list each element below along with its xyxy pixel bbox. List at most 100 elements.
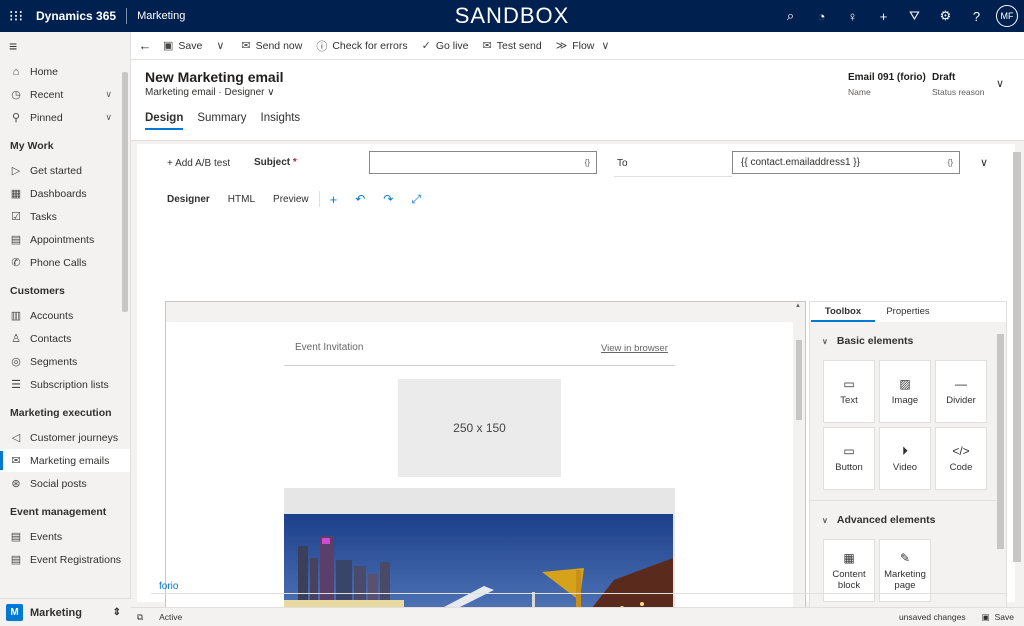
tab-properties[interactable]: Properties (875, 302, 941, 322)
search-icon[interactable]: ⌕ (775, 0, 806, 32)
chevron-down-icon[interactable]: ∨ (105, 112, 112, 123)
tab-summary[interactable]: Summary (197, 112, 246, 130)
tab-html[interactable]: HTML (228, 194, 255, 205)
code-element[interactable]: </> Code (935, 427, 987, 490)
check-errors-button[interactable]: ⓘ Check for errors (316, 38, 407, 54)
task-list-icon: ☑ (11, 211, 21, 223)
save-button[interactable]: ▣ Save (163, 39, 202, 53)
tab-insights[interactable]: Insights (261, 112, 301, 130)
scroll-up-icon[interactable]: ▲ (795, 303, 801, 309)
basic-elements-header[interactable]: ∨ Basic elements (810, 322, 1006, 360)
sidebar-item-accounts[interactable]: ▥ Accounts (0, 304, 130, 327)
mail-icon: ✉ (11, 455, 21, 467)
sidebar-item-pinned[interactable]: ⚲ Pinned ∨ (0, 106, 130, 129)
app-launcher-icon[interactable]: ⁝⁝⁝ (0, 0, 32, 32)
divider-element[interactable]: — Divider (935, 360, 987, 423)
add-ab-test-button[interactable]: + Add A/B test (167, 158, 230, 169)
sidebar-item-home[interactable]: ⌂ Home (0, 60, 130, 83)
subject-input[interactable]: {} (369, 151, 597, 174)
form-tabs: Design Summary Insights (145, 112, 314, 130)
help-icon[interactable]: ? (961, 0, 992, 32)
editor-mode-tabs: Designer HTML Preview + ↶ ↷ ⤢ (167, 191, 421, 207)
scroll-thumb[interactable] (796, 340, 802, 420)
tab-designer[interactable]: Designer (167, 194, 210, 205)
page-scrollbar[interactable] (1013, 152, 1021, 562)
go-live-button[interactable]: ✓ Go live (422, 39, 469, 53)
sidebar-item-contacts[interactable]: ♙ Contacts (0, 327, 130, 350)
back-arrow-icon[interactable]: ← (131, 38, 159, 53)
chevron-down-icon[interactable]: ∨ (105, 89, 112, 100)
send-now-button[interactable]: ✉ Send now (241, 39, 302, 53)
sidebar-item-dashboards[interactable]: ▦ Dashboards (0, 182, 130, 205)
email-canvas[interactable]: Event Invitation View in browser 250 x 1… (165, 301, 806, 626)
building-icon: ▥ (10, 310, 22, 322)
sidebar-item-subscription-lists[interactable]: ☰ Subscription lists (0, 373, 130, 396)
avatar[interactable]: MF (996, 5, 1018, 27)
text-element[interactable]: ▭ Text (823, 360, 875, 423)
sidebar-scrollbar[interactable] (122, 72, 128, 312)
segment-icon: ◎ (11, 356, 21, 368)
flow-button[interactable]: ≫ Flow ∨ (556, 39, 615, 53)
footer-link[interactable]: forio (159, 581, 178, 592)
video-element[interactable]: ⏵ Video (879, 427, 931, 490)
divider (151, 593, 1007, 594)
person-icon: ♙ (11, 333, 21, 345)
task-icon[interactable]: ◔ (806, 0, 837, 32)
top-bar-actions: ⌕ ◔ ♀ + ⛛ ⚙ ? MF (775, 0, 1024, 32)
hamburger-icon[interactable]: ≡ (0, 32, 130, 60)
sidebar-item-events[interactable]: ▤ Events (0, 525, 130, 548)
tab-toolbox[interactable]: Toolbox (811, 302, 875, 322)
save-options-chevron[interactable]: ∨ (216, 39, 229, 52)
image-placeholder[interactable]: 250 x 150 (398, 379, 561, 477)
tab-preview[interactable]: Preview (273, 194, 309, 205)
to-input[interactable]: {{ contact.emailaddress1 }}{} (732, 151, 960, 174)
sidebar-item-event-registrations[interactable]: ▤ Event Registrations (0, 548, 130, 571)
plus-icon[interactable]: + (868, 0, 899, 32)
clock-icon: ◷ (11, 89, 21, 101)
basic-elements-grid: ▭ Text ▨ Image — Divider ▭ Button ⏵ Video </>… (810, 360, 1006, 490)
advanced-elements-header[interactable]: ∨ Advanced elements (810, 501, 1006, 539)
chevron-down-icon[interactable]: ∨ (267, 87, 274, 98)
undo-icon[interactable]: ↶ (355, 192, 365, 206)
sidebar-item-customer-journeys[interactable]: ◁ Customer journeys (0, 426, 130, 449)
fullscreen-icon[interactable]: ⤢ (411, 192, 421, 207)
sidebar-item-appointments[interactable]: ▤ Appointments (0, 228, 130, 251)
canvas-top-strip (166, 302, 793, 322)
personalization-icon[interactable]: {} (585, 158, 590, 167)
tab-design[interactable]: Design (145, 112, 184, 130)
sidebar-item-phone-calls[interactable]: ✆ Phone Calls (0, 251, 130, 274)
social-icon: ⊛ (11, 478, 21, 490)
gear-icon[interactable]: ⚙ (930, 0, 961, 32)
filter-icon[interactable]: ⛛ (899, 0, 930, 32)
save-icon: ▣ (163, 40, 174, 52)
personalization-icon[interactable]: {} (948, 158, 953, 167)
preheader-text[interactable]: Event Invitation (295, 342, 363, 353)
sidebar-item-tasks[interactable]: ☑ Tasks (0, 205, 130, 228)
add-element-icon[interactable]: + (330, 192, 338, 207)
button-element[interactable]: ▭ Button (823, 427, 875, 490)
lightbulb-icon[interactable]: ♀ (837, 0, 868, 32)
sidebar-item-recent[interactable]: ◷ Recent ∨ (0, 83, 130, 106)
city-bridge-image (284, 514, 673, 626)
sidebar-item-marketing-emails[interactable]: ✉ Marketing emails (0, 449, 130, 472)
sidebar-item-get-started[interactable]: ▷ Get started (0, 159, 130, 182)
module-name[interactable]: Marketing (137, 10, 185, 22)
popout-icon[interactable]: ⧉ (137, 612, 143, 623)
toolbox-scrollbar[interactable] (997, 334, 1004, 549)
area-badge: M (6, 604, 23, 621)
sidebar-item-segments[interactable]: ◎ Segments (0, 350, 130, 373)
expand-fields-chevron-icon[interactable]: ∨ (980, 156, 988, 169)
hero-image-block[interactable] (284, 488, 675, 626)
image-element[interactable]: ▨ Image (879, 360, 931, 423)
app-name[interactable]: Dynamics 365 (36, 9, 116, 23)
header-expand-chevron-icon[interactable]: ∨ (996, 77, 1004, 90)
redo-icon[interactable]: ↷ (383, 192, 393, 206)
sidebar-item-social-posts[interactable]: ⊛ Social posts (0, 472, 130, 495)
status-save-button[interactable]: ▣ Save (982, 612, 1014, 623)
view-in-browser-link[interactable]: View in browser (601, 343, 668, 354)
form-selector[interactable]: Designer (224, 87, 264, 98)
area-switcher[interactable]: M Marketing ⇕ (0, 598, 131, 626)
test-send-button[interactable]: ✉ Test send (483, 39, 542, 53)
canvas-scrollbar[interactable]: ▲ ▼ (793, 302, 805, 626)
send-icon: ✉ (241, 40, 251, 52)
